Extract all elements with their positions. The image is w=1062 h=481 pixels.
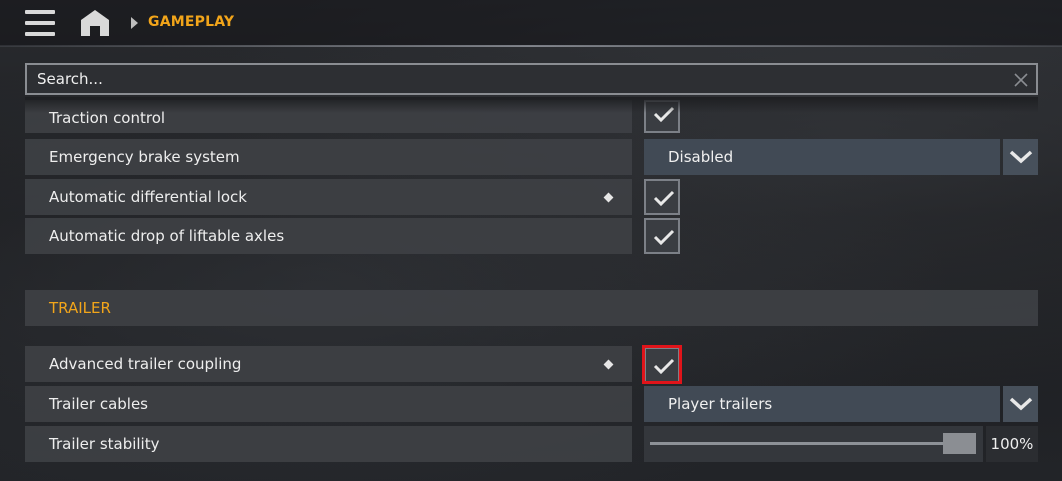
setting-label: Trailer cables <box>49 395 148 413</box>
auto-diff-lock-checkbox[interactable] <box>644 179 680 215</box>
diamond-icon <box>603 192 614 203</box>
setting-row-auto-diff-lock[interactable]: Automatic differential lock <box>25 179 632 215</box>
chevron-down-icon <box>1009 150 1033 164</box>
slider-thumb[interactable] <box>943 433 976 454</box>
chevron-right-icon <box>131 17 138 29</box>
divider <box>0 45 1062 47</box>
setting-label: Automatic drop of liftable axles <box>49 227 285 245</box>
traction-control-checkbox[interactable] <box>644 100 680 133</box>
setting-label: Automatic differential lock <box>49 188 247 206</box>
setting-row-traction-control[interactable]: Traction control <box>25 100 632 133</box>
setting-label: Emergency brake system <box>49 148 240 166</box>
slider-fill <box>650 442 943 445</box>
search-input[interactable] <box>37 65 997 93</box>
setting-row-emergency-brake[interactable]: Emergency brake system <box>25 139 632 175</box>
slider-value: 100% <box>986 426 1038 462</box>
highlight-box <box>642 345 682 384</box>
hamburger-menu-icon[interactable] <box>25 10 55 36</box>
dropdown-button[interactable] <box>1003 139 1038 175</box>
section-header-trailer: TRAILER <box>25 290 1038 326</box>
top-bar: GAMEPLAY <box>0 0 1062 47</box>
chevron-down-icon <box>1009 397 1033 411</box>
setting-row-auto-drop-axles[interactable]: Automatic drop of liftable axles <box>25 218 632 254</box>
setting-row-advanced-trailer-coupling[interactable]: Advanced trailer coupling <box>25 346 632 382</box>
setting-row-trailer-stability[interactable]: Trailer stability <box>25 426 632 462</box>
close-icon[interactable] <box>1014 72 1028 87</box>
auto-drop-axles-checkbox[interactable] <box>644 218 680 254</box>
checkmark-icon <box>653 106 675 123</box>
home-icon[interactable] <box>80 9 110 37</box>
emergency-brake-dropdown[interactable]: Disabled <box>644 139 1000 175</box>
breadcrumb[interactable]: GAMEPLAY <box>148 14 234 30</box>
trailer-cables-dropdown[interactable]: Player trailers <box>644 386 1000 422</box>
setting-label: Traction control <box>49 109 166 127</box>
setting-label: Trailer stability <box>49 435 160 453</box>
search-box[interactable] <box>25 63 1038 95</box>
checkmark-icon <box>653 190 675 207</box>
checkmark-icon <box>653 229 675 246</box>
dropdown-button[interactable] <box>1003 386 1038 422</box>
setting-label: Advanced trailer coupling <box>49 355 242 373</box>
setting-row-trailer-cables[interactable]: Trailer cables <box>25 386 632 422</box>
diamond-icon <box>603 359 614 370</box>
